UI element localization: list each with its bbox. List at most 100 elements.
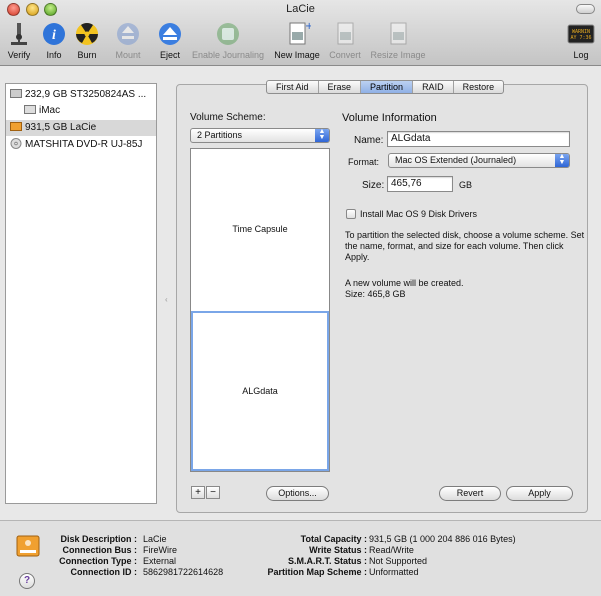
- help-button[interactable]: ?: [19, 573, 35, 589]
- convert-label: Convert: [329, 50, 361, 60]
- sidebar-item-imac[interactable]: iMac: [6, 103, 156, 119]
- info-label: Info: [46, 50, 62, 60]
- partition-map-value: Unformatted: [369, 567, 419, 577]
- connection-id-value: 5862981722614628: [143, 567, 224, 577]
- instructions-text: To partition the selected disk, choose a…: [345, 230, 585, 262]
- burn-icon: [73, 20, 101, 48]
- burn-label: Burn: [77, 50, 97, 60]
- connection-type-value: External: [143, 556, 177, 566]
- sidebar-item-dvd[interactable]: MATSHITA DVD-R UJ-85J: [6, 137, 156, 153]
- format-popup[interactable]: Mac OS Extended (Journaled) ▲ ▼: [388, 153, 570, 168]
- partition-label: Time Capsule: [232, 224, 288, 234]
- svg-text:i: i: [52, 28, 56, 43]
- name-field[interactable]: ALGdata: [387, 131, 570, 147]
- info-button[interactable]: i Info: [40, 20, 68, 60]
- apply-button[interactable]: Apply: [506, 486, 573, 501]
- new-image-icon: +: [283, 20, 311, 48]
- total-capacity-key: Total Capacity :: [300, 534, 367, 544]
- microscope-icon: [5, 20, 33, 48]
- write-status-key: Write Status :: [309, 545, 367, 555]
- size-label: Size:: [362, 180, 385, 191]
- eject-button[interactable]: Eject: [155, 20, 185, 60]
- resize-image-button[interactable]: Resize Image: [368, 20, 428, 60]
- tab-raid[interactable]: RAID: [413, 81, 454, 93]
- format-value: Mac OS Extended (Journaled): [395, 155, 517, 165]
- burn-button[interactable]: Burn: [73, 20, 101, 60]
- partition-label: ALGdata: [242, 386, 278, 396]
- window-title: LaCie: [286, 3, 315, 15]
- partition-map-key: Partition Map Scheme :: [267, 567, 367, 577]
- sidebar-item-label: MATSHITA DVD-R UJ-85J: [25, 139, 143, 150]
- svg-text:AY 7:36: AY 7:36: [570, 35, 591, 41]
- disk-description-key: Disk Description :: [60, 534, 137, 544]
- total-capacity-value: 931,5 GB (1 000 204 886 016 Bytes): [369, 534, 516, 544]
- connection-type-key: Connection Type :: [59, 556, 137, 566]
- optical-disc-icon: [10, 138, 22, 149]
- mount-button[interactable]: Mount: [112, 20, 144, 60]
- external-disk-icon: [10, 121, 22, 132]
- options-button[interactable]: Options...: [266, 486, 329, 501]
- volume-scheme-heading: Volume Scheme:: [190, 112, 266, 123]
- enable-journaling-button[interactable]: Enable Journaling: [189, 20, 267, 60]
- partition-time-capsule[interactable]: Time Capsule: [191, 149, 329, 309]
- sidebar-item-internal-disk[interactable]: 232,9 GB ST3250824AS ...: [6, 87, 156, 103]
- info-icon: i: [40, 20, 68, 48]
- tab-partition[interactable]: Partition: [361, 81, 414, 93]
- convert-button[interactable]: Convert: [326, 20, 364, 60]
- enable-journaling-label: Enable Journaling: [191, 50, 265, 60]
- sidebar-item-label: iMac: [39, 105, 61, 116]
- disk-info-footer: ? Disk Description : LaCie Connection Bu…: [0, 520, 601, 596]
- verify-label: Verify: [7, 50, 31, 60]
- size-unit: GB: [459, 180, 473, 190]
- popup-arrows-icon: ▲ ▼: [315, 128, 329, 142]
- volume-information-heading: Volume Information: [342, 112, 437, 124]
- tab-first-aid[interactable]: First Aid: [267, 81, 319, 93]
- write-status-value: Read/Write: [369, 545, 414, 555]
- tab-restore[interactable]: Restore: [454, 81, 504, 93]
- volume-scheme-value: 2 Partitions: [197, 130, 243, 140]
- add-partition-button[interactable]: +: [191, 486, 205, 499]
- log-button[interactable]: WARNIN AY 7:36 Log: [566, 20, 596, 60]
- install-drivers-checkbox[interactable]: [346, 209, 356, 219]
- name-label: Name:: [354, 135, 384, 146]
- hard-disk-icon: [10, 88, 22, 99]
- new-image-button[interactable]: + New Image: [272, 20, 322, 60]
- sidebar-item-label: 232,9 GB ST3250824AS ...: [25, 89, 147, 100]
- smart-status-value: Not Supported: [369, 556, 428, 566]
- svg-text:+: +: [305, 21, 311, 32]
- smart-status-key: S.M.A.R.T. Status :: [287, 556, 367, 566]
- disk-description-value: LaCie: [143, 534, 167, 544]
- volume-scheme-popup[interactable]: 2 Partitions ▲ ▼: [190, 128, 330, 143]
- lacie-disk-icon: [16, 533, 40, 559]
- volume-icon: [24, 104, 36, 115]
- eject-icon: [156, 20, 184, 48]
- split-resize-handle[interactable]: ‹: [165, 295, 168, 304]
- tab-erase[interactable]: Erase: [319, 81, 362, 93]
- mount-label: Mount: [115, 50, 141, 60]
- new-image-label: New Image: [274, 50, 320, 60]
- resize-image-icon: [384, 20, 412, 48]
- log-icon: WARNIN AY 7:36: [567, 20, 595, 48]
- disk-utility-window: LaCie Verify i Info Burn Mount Eject Ena…: [0, 0, 601, 596]
- status-line-1: A new volume will be created.: [345, 278, 464, 288]
- connection-bus-value: FireWire: [143, 545, 177, 555]
- remove-partition-button[interactable]: −: [206, 486, 220, 499]
- sidebar-item-label: 931,5 GB LaCie: [25, 122, 97, 133]
- sidebar-item-lacie[interactable]: 931,5 GB LaCie: [6, 120, 156, 136]
- eject-label: Eject: [159, 50, 180, 60]
- toolbar-toggle-button[interactable]: [576, 4, 595, 14]
- size-field[interactable]: 465,76: [387, 176, 453, 192]
- revert-button[interactable]: Revert: [439, 486, 501, 501]
- mount-icon: [114, 20, 142, 48]
- log-label: Log: [573, 50, 589, 60]
- partition-layout[interactable]: Time Capsule ALGdata: [190, 148, 330, 472]
- title-toolbar: LaCie Verify i Info Burn Mount Eject Ena…: [0, 0, 601, 66]
- partition-algdata[interactable]: ALGdata: [191, 311, 329, 471]
- format-label: Format:: [348, 157, 380, 167]
- connection-bus-key: Connection Bus :: [62, 545, 138, 555]
- verify-button[interactable]: Verify: [4, 20, 34, 60]
- install-drivers-label: Install Mac OS 9 Disk Drivers: [360, 209, 478, 219]
- tab-bar: First Aid Erase Partition RAID Restore: [266, 80, 505, 94]
- popup-arrows-icon: ▲ ▼: [555, 153, 569, 167]
- convert-icon: [331, 20, 359, 48]
